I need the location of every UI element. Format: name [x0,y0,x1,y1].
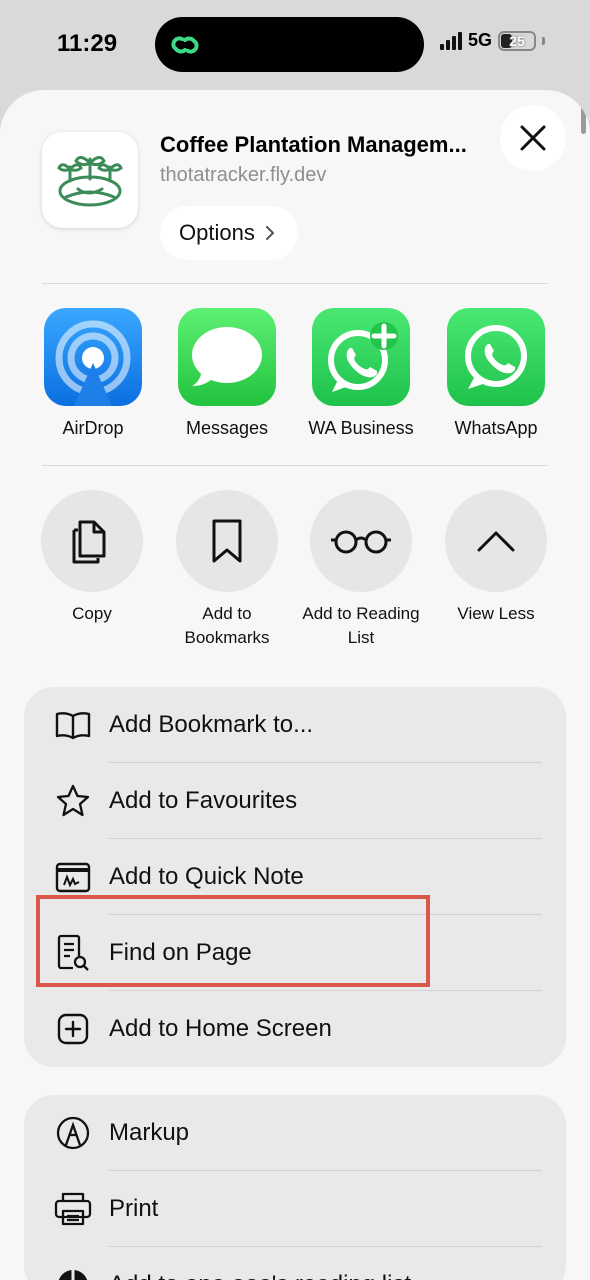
whatsapp-icon [447,308,545,406]
menu-label: Add to Quick Note [109,863,304,890]
menu-card-secondary: Markup Print Add to one. [24,1095,566,1280]
signal-icon [440,31,462,50]
actions-row: Copy Add to Bookmarks Add to Reading Lis… [0,490,590,650]
battery-percent: 25 [509,32,525,49]
page-title: Coffee Plantation Managem... [160,132,467,157]
highlight-annotation [36,895,430,987]
menu-label: Add to one.ooo's reading list [109,1271,411,1280]
reading-list-icon [54,1266,92,1280]
share-wa-business[interactable]: WA Business [301,308,421,439]
close-icon [520,125,546,151]
menu-label: Add Bookmark to... [109,711,314,738]
scrollbar[interactable] [581,94,586,134]
share-targets-row: AirDrop Messages WA Business WhatsApp [0,308,590,448]
add-to-reading-list-button[interactable]: Add to Reading List [296,490,426,650]
printer-icon [54,1190,92,1228]
action-label: Add to Reading List [302,604,420,647]
menu-label: Print [109,1195,159,1222]
share-label: WA Business [308,418,414,438]
share-label: WhatsApp [454,418,538,438]
status-time: 11:29 [57,30,118,57]
action-label: View Less [457,604,535,623]
menu-item-add-to-favourites[interactable]: Add to Favourites [24,763,566,839]
wa-business-icon [312,308,410,406]
airdrop-icon [44,308,142,406]
options-label: Options [179,220,255,245]
menu-item-add-to-reading-list-app[interactable]: Add to one.ooo's reading list [24,1247,566,1280]
copy-button[interactable]: Copy [27,490,157,626]
app-icon [42,132,138,228]
divider [42,465,548,466]
bookmark-icon [176,490,278,592]
share-whatsapp[interactable]: WhatsApp [436,308,556,439]
menu-item-markup[interactable]: Markup [24,1095,566,1171]
status-indicators: 5G 25 [440,30,546,51]
menu-item-add-bookmark-to[interactable]: Add Bookmark to... [24,687,566,763]
view-less-button[interactable]: View Less [431,490,561,626]
action-label: Add to Bookmarks [184,604,270,647]
battery-icon: 25 [498,30,537,51]
book-icon [54,706,92,744]
share-sheet: Coffee Plantation Managem... thotatracke… [0,90,590,1280]
share-label: Messages [185,418,269,438]
quick-note-icon [54,858,92,896]
close-button[interactable] [500,105,566,171]
glasses-icon [310,490,412,592]
copy-icon [41,490,143,592]
share-messages[interactable]: Messages [167,308,287,439]
action-label: Copy [72,604,112,623]
menu-item-print[interactable]: Print [24,1171,566,1247]
plant-logo-icon [57,156,123,207]
add-to-bookmarks-button[interactable]: Add to Bookmarks [162,490,292,650]
messages-icon [178,308,276,406]
link-icon [171,36,199,54]
menu-item-add-to-home-screen[interactable]: Add to Home Screen [24,991,566,1067]
plus-square-icon [54,1010,92,1048]
menu-label: Markup [109,1119,190,1146]
menu-label: Add to Favourites [109,787,298,814]
share-label: AirDrop [62,418,124,438]
menu-label: Add to Home Screen [109,1015,332,1042]
page-url: thotatracker.fly.dev [160,164,327,186]
status-bar: 11:29 5G 25 [0,0,590,90]
network-label: 5G [468,30,493,50]
divider [42,283,548,284]
share-airdrop[interactable]: AirDrop [33,308,153,439]
markup-icon [54,1114,92,1152]
chevron-right-icon [265,226,274,240]
star-icon [54,782,92,820]
chevron-up-icon [445,490,547,592]
menu-card-primary: Add Bookmark to... Add to Favourites Add… [24,687,566,1067]
dynamic-island [155,17,424,72]
options-button[interactable]: Options [160,206,298,260]
